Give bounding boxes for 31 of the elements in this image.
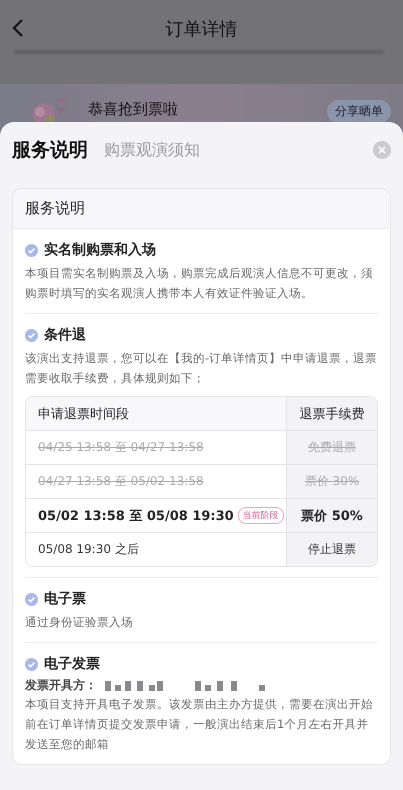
section-title: 电子发票 xyxy=(44,655,100,673)
check-icon xyxy=(25,244,38,256)
table-cell: 04/27 13:58 至 05/02 13:58 xyxy=(38,473,204,490)
section-title: 实名制购票和入场 xyxy=(44,241,156,259)
table-cell-text: 05/02 13:58 至 05/08 19:30 xyxy=(38,508,234,524)
share-button[interactable]: 分享晒单 xyxy=(327,100,391,123)
section-text: 该演出支持退票，您可以在【我的-订单详情页】中申请退票，退票需要收取手续费，具体规则如下； xyxy=(25,350,378,387)
table-cell: 04/25 13:58 至 04/27 13:58 xyxy=(38,439,204,456)
table-cell: 票价 30% xyxy=(304,473,360,490)
check-icon xyxy=(25,658,38,670)
back-icon[interactable] xyxy=(12,18,24,38)
table-cell: 停止退票 xyxy=(308,541,356,558)
table-cell-text: 票价 50% xyxy=(301,508,363,524)
column-header: 退票手续费 xyxy=(300,406,364,422)
stage-badge: 当前阶段 xyxy=(238,507,284,524)
check-icon xyxy=(25,592,38,606)
section-title: 条件退 xyxy=(44,326,86,344)
tab[interactable]: 服务说明 xyxy=(12,137,88,163)
section-title: 电子票 xyxy=(44,590,86,608)
check-icon xyxy=(25,328,38,342)
card-title: 服务说明 xyxy=(25,199,85,217)
section-text: 本项目需实名制购票及入场，购票完成后观演人信息不可更改，须购票时填写的实名观演人携带本人有效证件验证入场。 xyxy=(25,265,374,302)
page-title: 订单详情 xyxy=(166,18,238,41)
tab[interactable]: 购票观演须知 xyxy=(104,140,200,160)
column-header: 申请退票时间段 xyxy=(38,406,129,422)
invoice-issuer-label: 发票开具方： xyxy=(25,677,97,694)
table-cell: 免费退票 xyxy=(308,439,356,456)
section-text: 本项目支持开具电子发票。该发票由主办方提供，需要在演出开始前在订单详情页提交发票申请，一般演出结束后1个月左右开具并发送至您的邮箱 xyxy=(25,696,374,753)
table-cell: 05/08 19:30 之后 xyxy=(38,541,139,558)
banner-title: 恭喜抢到票啦 xyxy=(88,100,179,119)
section-text: 通过身份证验票入场 xyxy=(25,614,134,631)
